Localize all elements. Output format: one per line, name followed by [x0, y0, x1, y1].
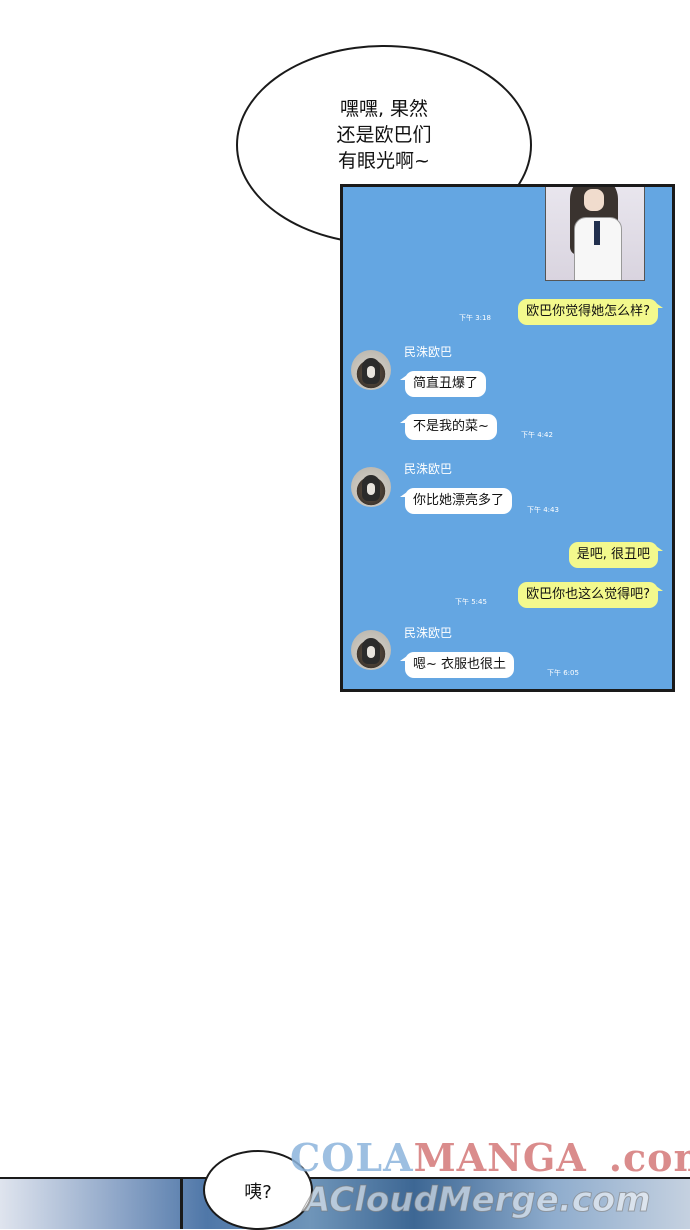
my-message-bubble[interactable]: 欧巴你觉得她怎么样? [518, 299, 663, 325]
message-time: 下午 4:42 [521, 431, 553, 439]
their-message-bubble[interactable]: 嗯~ 衣服也很土 [399, 652, 515, 678]
speech-bubble-text: 嘿嘿, 果然 还是欧巴们 有眼光啊~ [336, 98, 432, 172]
sender-avatar[interactable] [351, 467, 391, 507]
panel-divider [180, 1179, 183, 1229]
sender-avatar[interactable] [351, 630, 391, 670]
watermark-acloudmerge: ACloudMerge.com [304, 1180, 652, 1221]
message-time: 下午 5:45 [455, 598, 487, 606]
their-message-bubble[interactable]: 你比她漂亮多了 [399, 488, 513, 514]
sender-name: 民洙欧巴 [404, 626, 453, 640]
chat-panel: 下午 3:18 欧巴你觉得她怎么样? 民洙欧巴 简直丑爆了 不是我的菜~ 下午 … [340, 184, 675, 692]
my-message-bubble[interactable]: 是吧, 很丑吧 [568, 542, 664, 568]
their-message-bubble[interactable]: 简直丑爆了 [399, 371, 487, 397]
shared-photo[interactable] [545, 187, 645, 281]
their-message-bubble[interactable]: 不是我的菜~ [400, 414, 497, 440]
my-message-bubble[interactable]: 欧巴你也这么觉得吧? [518, 582, 663, 608]
sender-name: 民洙欧巴 [404, 345, 453, 359]
message-time: 下午 4:43 [527, 506, 559, 514]
sender-name: 民洙欧巴 [404, 462, 453, 476]
small-speech-bubble-text: 咦? [244, 1182, 272, 1203]
message-time: 下午 3:18 [459, 314, 491, 322]
message-time: 下午 6:05 [547, 669, 579, 677]
watermark-colamanga: COLAMANGA.com [290, 1135, 690, 1180]
sender-avatar[interactable] [351, 350, 391, 390]
